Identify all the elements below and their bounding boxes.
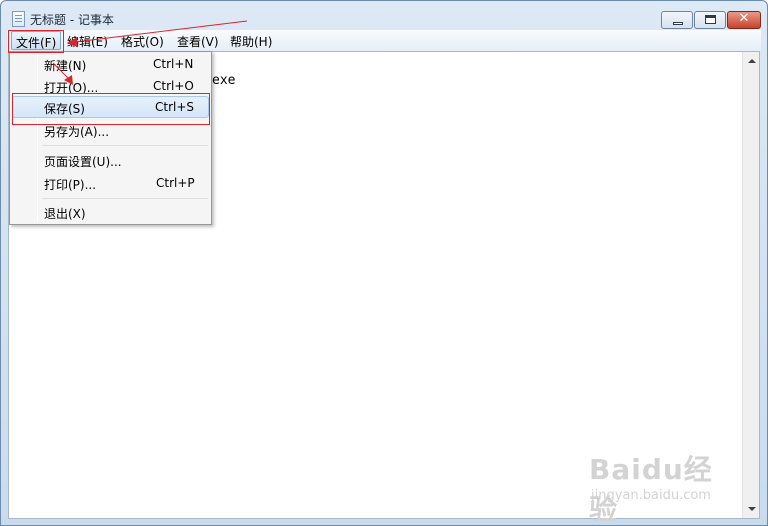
menu-item-shortcut: Ctrl+O xyxy=(153,79,194,93)
menu-item-new[interactable]: 新建(N) Ctrl+N xyxy=(12,53,209,75)
menu-item-page-setup[interactable]: 页面设置(U)... xyxy=(12,149,209,171)
menu-item-label: 打印(P)... xyxy=(44,178,97,192)
menu-item-label: 页面设置(U)... xyxy=(44,155,122,169)
editor-text: exe xyxy=(212,73,236,88)
minimize-button[interactable] xyxy=(661,11,693,29)
menu-format[interactable]: 格式(O) xyxy=(121,33,164,50)
notepad-window: 无标题 - 记事本 ✕ 文件(F) 编辑(E) 格式(O) 查看(V) 帮助(H… xyxy=(0,0,768,526)
vertical-scrollbar[interactable] xyxy=(742,52,759,518)
menu-help[interactable]: 帮助(H) xyxy=(230,33,272,50)
menu-item-shortcut: Ctrl+N xyxy=(153,57,194,71)
annotation-file-highlight xyxy=(8,30,64,53)
minimize-icon xyxy=(673,22,683,25)
menu-item-label: 退出(X) xyxy=(44,207,86,221)
scroll-up-icon[interactable] xyxy=(748,59,756,63)
annotation-save-highlight xyxy=(12,93,210,125)
window-title: 无标题 - 记事本 xyxy=(30,13,114,27)
menu-separator xyxy=(42,145,208,146)
title-bar[interactable]: 无标题 - 记事本 ✕ xyxy=(1,1,767,30)
menu-item-label: 新建(N) xyxy=(44,59,87,73)
maximize-icon xyxy=(705,15,716,24)
watermark-url: jingyan.baidu.com xyxy=(591,488,711,503)
scroll-down-icon[interactable] xyxy=(748,507,756,511)
file-menu-dropdown: 新建(N) Ctrl+N 打开(O)... Ctrl+O 保存(S) Ctrl+… xyxy=(9,51,212,225)
menu-item-label: 另存为(A)... xyxy=(44,125,110,139)
menu-item-print[interactable]: 打印(P)... Ctrl+P xyxy=(12,172,209,194)
close-icon: ✕ xyxy=(738,11,750,26)
menu-item-shortcut: Ctrl+P xyxy=(156,176,195,190)
menu-separator xyxy=(42,198,208,199)
menu-view[interactable]: 查看(V) xyxy=(177,33,219,50)
baidu-watermark: Baidu经验 jingyan.baidu.com xyxy=(589,448,729,526)
menu-item-exit[interactable]: 退出(X) xyxy=(12,201,209,223)
maximize-button[interactable] xyxy=(694,11,726,29)
close-button[interactable]: ✕ xyxy=(727,11,761,29)
watermark-logo: Baidu经验 xyxy=(589,453,713,526)
menu-bar: 文件(F) 编辑(E) 格式(O) 查看(V) 帮助(H) xyxy=(7,30,761,51)
notepad-icon xyxy=(12,11,25,27)
menu-edit[interactable]: 编辑(E) xyxy=(67,33,108,50)
